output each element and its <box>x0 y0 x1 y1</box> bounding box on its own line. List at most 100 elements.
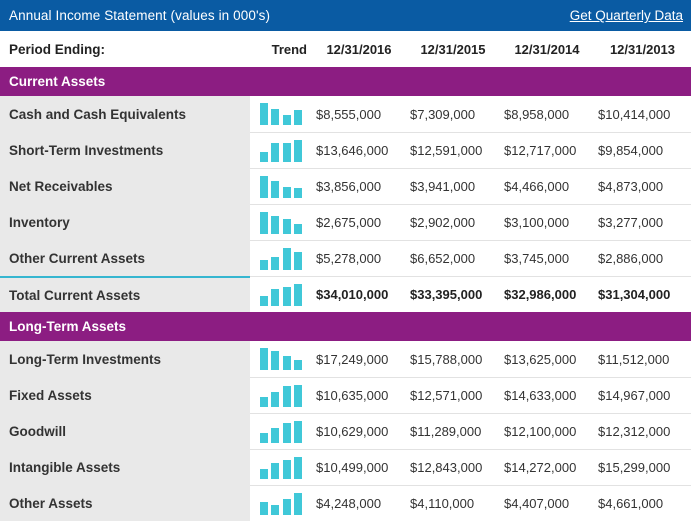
value-cell: $3,100,000 <box>500 204 594 240</box>
sparkline-bar <box>282 385 291 407</box>
sparkline-bar <box>271 391 280 407</box>
sparkline-bar <box>260 151 268 162</box>
value-cell: $11,512,000 <box>594 341 691 377</box>
sparkline-chart-icon <box>260 211 302 234</box>
sparkline-bar <box>293 420 302 443</box>
value-cell: $4,873,000 <box>594 168 691 204</box>
sparkline-bar <box>293 456 302 479</box>
row-label: Inventory <box>0 204 250 240</box>
sparkline-chart-icon <box>260 175 302 198</box>
row-label: Cash and Cash Equivalents <box>0 96 250 132</box>
value-cell: $34,010,000 <box>312 276 406 312</box>
sparkline-bar <box>293 283 302 306</box>
trend-cell <box>250 276 312 312</box>
value-cell: $4,110,000 <box>406 485 500 521</box>
value-cell: $13,625,000 <box>500 341 594 377</box>
sparkline-bar <box>282 498 291 515</box>
sparkline-bar <box>271 462 280 479</box>
trend-column-header: Trend <box>271 41 307 57</box>
value-cell: $9,854,000 <box>594 132 691 168</box>
value-cell: $31,304,000 <box>594 276 691 312</box>
value-cell: $10,499,000 <box>312 449 406 485</box>
table-row: Cash and Cash Equivalents $8,555,000 $7,30… <box>0 96 691 132</box>
sparkline-chart-icon <box>260 103 302 125</box>
trend-cell <box>250 168 312 204</box>
value-cell: $12,100,000 <box>500 413 594 449</box>
date-column-header-3: 12/31/2013 <box>609 41 676 57</box>
value-cell: $5,278,000 <box>312 240 406 276</box>
table-row: Short-Term Investments $13,646,000 $12,591… <box>0 132 691 168</box>
value-cell: $3,277,000 <box>594 204 691 240</box>
value-cell: $8,958,000 <box>500 96 594 132</box>
period-ending-label: Period Ending: <box>0 31 250 67</box>
row-label: Net Receivables <box>0 168 250 204</box>
sparkline-bar <box>260 468 268 479</box>
trend-cell <box>250 449 312 485</box>
trend-cell <box>250 240 312 276</box>
sparkline-bar <box>282 218 291 234</box>
sparkline-bar <box>293 251 302 270</box>
sparkline-bar <box>282 356 291 370</box>
value-cell: $4,407,000 <box>500 485 594 521</box>
row-label: Other Assets <box>0 485 250 521</box>
value-cell: $17,249,000 <box>312 341 406 377</box>
sparkline-bar <box>271 504 280 515</box>
trend-cell <box>250 485 312 521</box>
table-row: Other Current Assets $5,278,000 $6,652,000… <box>0 240 691 276</box>
sparkline-bar <box>260 103 268 125</box>
value-cell: $3,856,000 <box>312 168 406 204</box>
value-cell: $3,941,000 <box>406 168 500 204</box>
value-cell: $8,555,000 <box>312 96 406 132</box>
column-header-row: Period Ending: Trend 12/31/2016 12/31/20… <box>0 31 691 67</box>
table-row: Total Current Assets $34,010,000 $33,395,0… <box>0 276 691 312</box>
value-cell: $2,886,000 <box>594 240 691 276</box>
value-cell: $14,272,000 <box>500 449 594 485</box>
sparkline-chart-icon <box>260 384 302 407</box>
sparkline-bar <box>271 256 280 270</box>
sparkline-bar <box>282 142 291 162</box>
sparkline-bar <box>271 109 280 125</box>
sparkline-chart-icon <box>260 247 302 270</box>
section-title: Current Assets <box>9 74 106 89</box>
sparkline-chart-icon <box>260 456 302 479</box>
statement-header-bar: Annual Income Statement (values in 000's… <box>0 0 691 31</box>
trend-cell <box>250 377 312 413</box>
table-row: Fixed Assets $10,635,000 $12,571,000 $14,63… <box>0 377 691 413</box>
value-cell: $12,843,000 <box>406 449 500 485</box>
value-cell: $11,289,000 <box>406 413 500 449</box>
value-cell: $4,248,000 <box>312 485 406 521</box>
sparkline-bar <box>271 180 280 198</box>
sparkline-bar <box>260 432 268 443</box>
table-row: Inventory $2,675,000 $2,902,000 $3,100,000 $… <box>0 204 691 240</box>
sparkline-bar <box>271 288 280 306</box>
value-cell: $4,661,000 <box>594 485 691 521</box>
table-row: Intangible Assets $10,499,000 $12,843,000 $… <box>0 449 691 485</box>
sparkline-bar <box>260 175 268 198</box>
sparkline-bar <box>282 422 291 443</box>
sparkline-bar <box>282 186 291 198</box>
date-column-header-2: 12/31/2014 <box>514 41 580 57</box>
value-cell: $13,646,000 <box>312 132 406 168</box>
date-column-header-1: 12/31/2015 <box>420 41 486 57</box>
value-cell: $10,629,000 <box>312 413 406 449</box>
sparkline-bar <box>271 427 280 443</box>
sparkline-bar <box>282 247 291 270</box>
value-cell: $2,902,000 <box>406 204 500 240</box>
trend-cell <box>250 341 312 377</box>
sparkline-bar <box>282 115 291 125</box>
statement-body: Current Assets Cash and Cash Equivalents $… <box>0 67 691 521</box>
value-cell: $14,633,000 <box>500 377 594 413</box>
row-label: Goodwill <box>0 413 250 449</box>
financial-statement-table: Annual Income Statement (values in 000's… <box>0 0 691 529</box>
page-title: Annual Income Statement (values in 000's… <box>9 8 271 23</box>
get-quarterly-data-link[interactable]: Get Quarterly Data <box>570 8 683 23</box>
value-cell: $10,635,000 <box>312 377 406 413</box>
sparkline-bar <box>293 110 302 125</box>
sparkline-chart-icon <box>260 420 302 443</box>
sparkline-chart-icon <box>260 492 302 515</box>
sparkline-chart-icon <box>260 283 302 306</box>
sparkline-bar <box>293 187 302 198</box>
value-cell: $14,967,000 <box>594 377 691 413</box>
section-header-current-assets: Current Assets <box>0 67 691 96</box>
trend-cell <box>250 96 312 132</box>
